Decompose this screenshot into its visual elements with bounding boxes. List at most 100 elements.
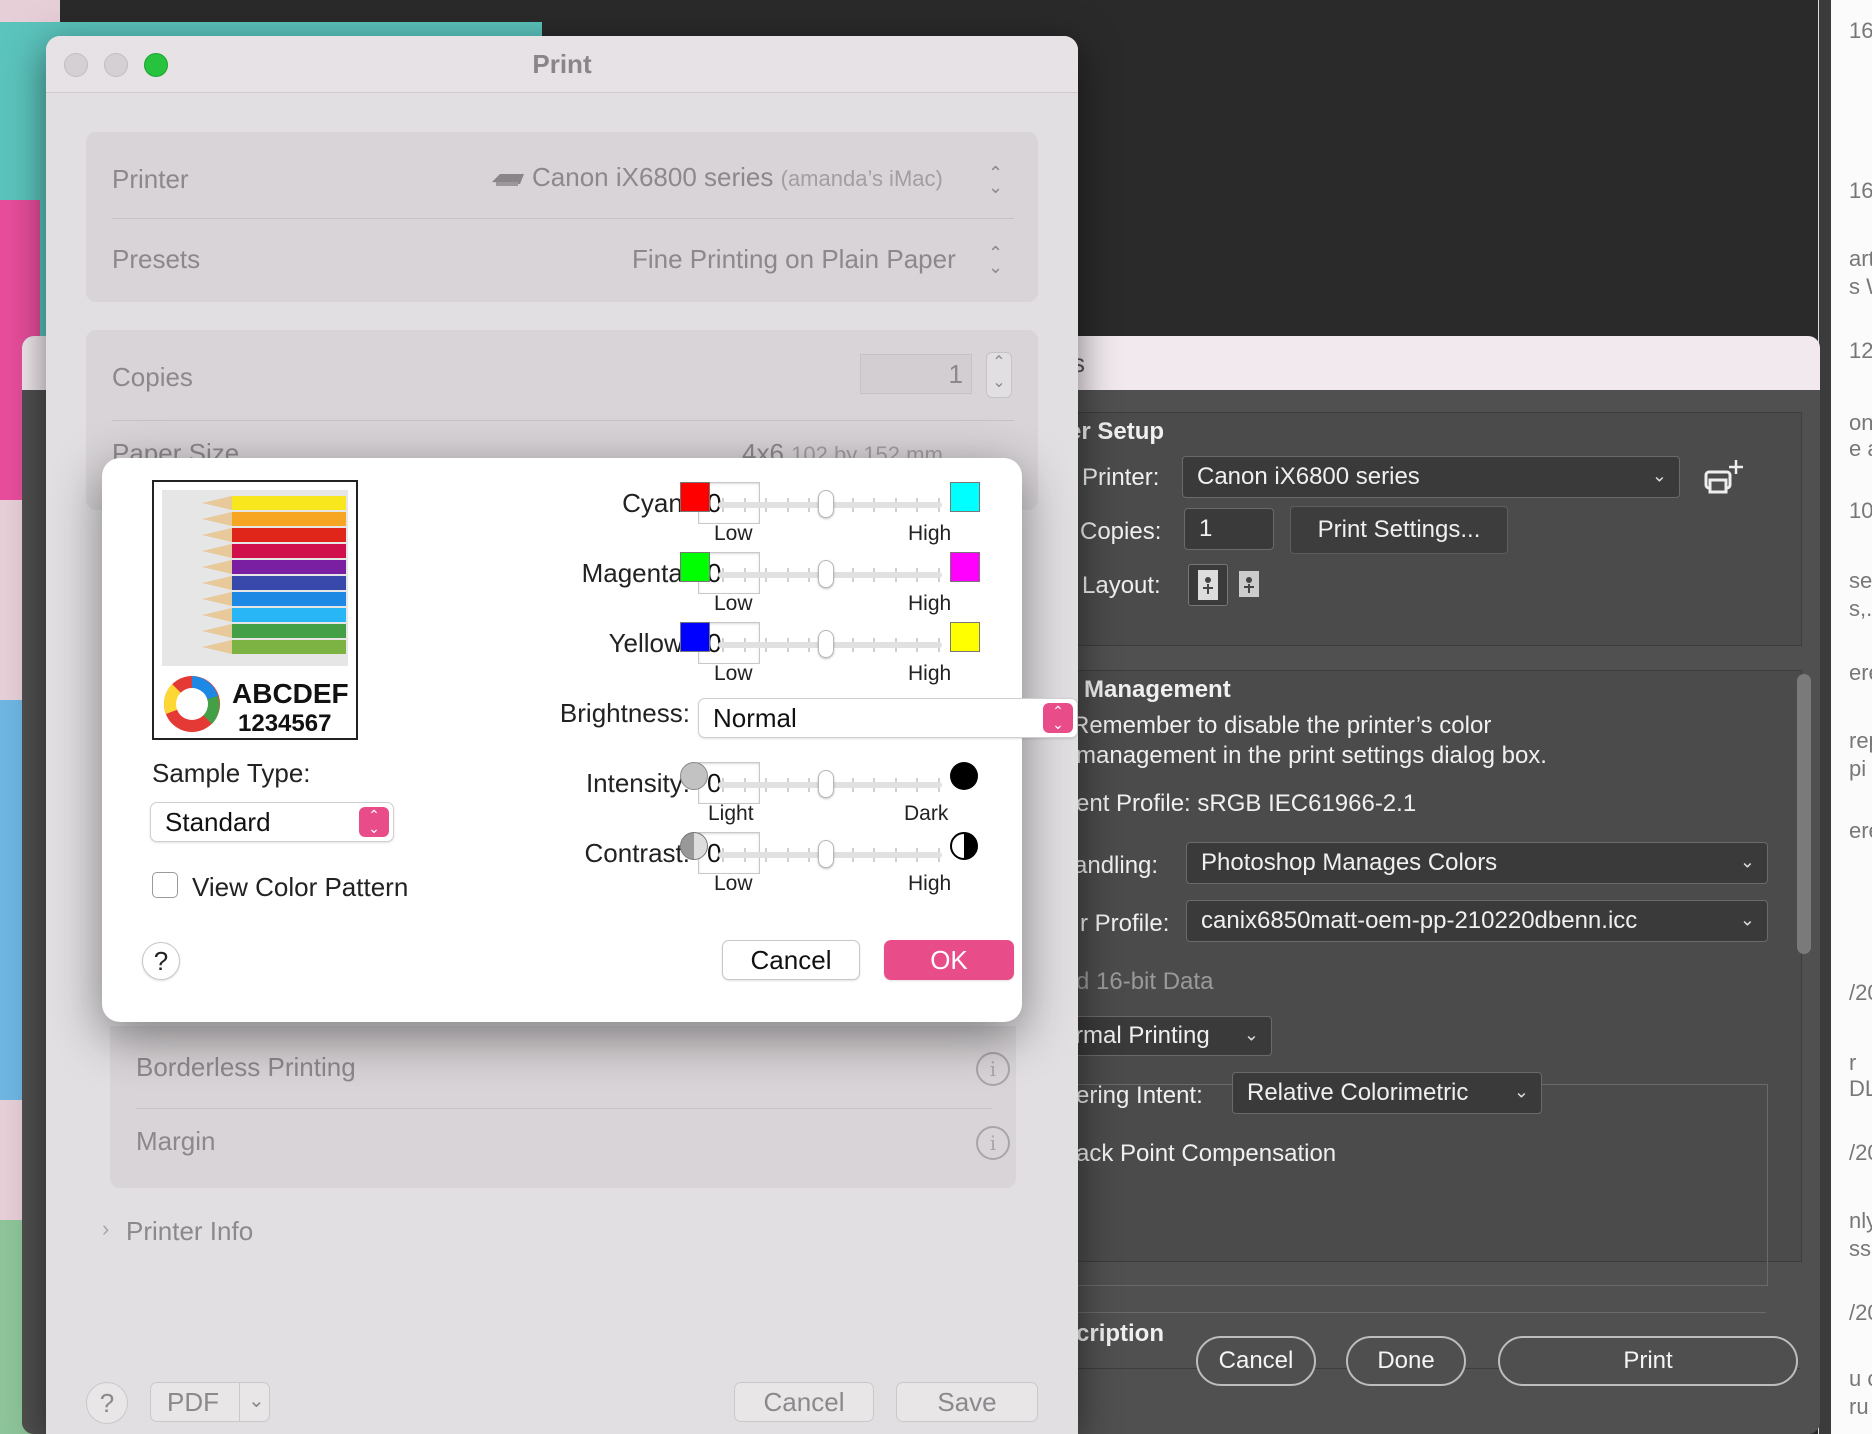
printer-add-icon[interactable] (1702, 458, 1746, 498)
chevron-down-icon: ⌄ (1513, 1081, 1529, 1102)
borderless-printing-label: Borderless Printing (136, 1052, 356, 1082)
sample-preview: ABCDEF 1234567 (152, 480, 358, 740)
intensity-light-label: Light (708, 802, 754, 825)
reminder-text-1: Remember to disable the printer’s color (1072, 712, 1492, 739)
magenta-high-swatch (950, 552, 980, 582)
black-point-compensation-label[interactable]: ack Point Compensation (1076, 1140, 1336, 1168)
cyan-label: Cyan: (622, 488, 690, 518)
print-settings-button[interactable]: Print Settings... (1290, 506, 1508, 554)
layout-landscape-icon[interactable] (1232, 566, 1266, 602)
yellow-low-swatch (680, 622, 710, 652)
reminder-text-2: management in the print settings dialog … (1076, 742, 1547, 769)
view-color-pattern-label: View Color Pattern (192, 872, 409, 902)
copies-label: Copies (112, 362, 193, 392)
help-button[interactable]: ? (142, 942, 180, 980)
ps-copies-label: Copies: (1080, 518, 1162, 545)
intensity-dark-label: Dark (904, 802, 949, 825)
chevron-down-icon: ⌄ (1739, 909, 1755, 930)
mac-cancel-button[interactable]: Cancel (734, 1382, 874, 1422)
ps-layout-label: Layout: (1082, 572, 1161, 599)
color-handling-select[interactable]: Photoshop Manages Colors ⌄ (1186, 842, 1768, 884)
presets-label: Presets (112, 244, 201, 274)
borderless-panel (110, 1026, 1016, 1188)
ps-copies-input[interactable]: 1 (1184, 508, 1274, 550)
pdf-menu-button[interactable]: PDF ⌄ (150, 1382, 270, 1422)
chevron-down-icon: ⌄ (239, 1383, 265, 1421)
yellow-high-swatch (950, 622, 980, 652)
contrast-slider-knob[interactable] (818, 840, 834, 868)
background-document-strip: 16 16 art s W 12 on e a 10 se s,. ere re… (1818, 0, 1872, 1434)
copies-stepper[interactable]: ⌃ ⌄ (986, 352, 1012, 398)
ok-button[interactable]: OK (884, 940, 1014, 980)
view-color-pattern-checkbox[interactable] (152, 872, 178, 898)
copies-input[interactable]: 1 (860, 354, 972, 394)
disclosure-chevron-icon[interactable]: › (102, 1216, 109, 1242)
magenta-high-label: High (908, 592, 952, 615)
info-icon[interactable]: i (976, 1126, 1010, 1160)
help-button[interactable]: ? (86, 1382, 128, 1424)
ps-printer-label: Printer: (1082, 464, 1160, 491)
sample-text-letters: ABCDEF (232, 678, 349, 709)
send-16bit-label: d 16-bit Data (1076, 968, 1214, 995)
cyan-high-swatch (950, 482, 980, 512)
yellow-label: Yellow: (608, 628, 690, 658)
contrast-low-icon (680, 832, 708, 860)
cyan-low-label: Low (714, 522, 753, 545)
divider (112, 218, 1014, 219)
yellow-low-label: Low (714, 662, 753, 685)
colored-pencils-image (162, 490, 348, 666)
window-titlebar: Print (46, 36, 1078, 93)
ps-done-button[interactable]: Done (1346, 1336, 1466, 1386)
cyan-high-label: High (908, 522, 952, 545)
magenta-slider-knob[interactable] (818, 560, 834, 588)
printer-icon (490, 168, 526, 190)
popup-arrows-icon: ⌃ ⌄ (359, 807, 389, 837)
brightness-select[interactable]: Normal ⌃ ⌄ (698, 698, 1078, 738)
brightness-label: Brightness: (559, 698, 690, 728)
intensity-label: Intensity: (585, 768, 690, 798)
divider (136, 1108, 992, 1109)
intensity-slider-knob[interactable] (818, 770, 834, 798)
presets-select[interactable]: Fine Printing on Plain Paper (632, 244, 956, 275)
info-icon[interactable]: i (976, 1052, 1010, 1086)
layout-portrait-icon[interactable] (1188, 564, 1228, 606)
cyan-slider-knob[interactable] (818, 490, 834, 518)
printer-profile-select[interactable]: canix6850matt-oem-pp-210220dbenn.icc ⌄ (1186, 900, 1768, 942)
yellow-slider-knob[interactable] (818, 630, 834, 658)
printer-profile-label: r Profile: (1080, 910, 1170, 937)
scrollbar[interactable] (1797, 674, 1811, 954)
divider (112, 420, 1014, 421)
rendering-intent-label: ering Intent: (1076, 1082, 1203, 1109)
color-wheel-icon (162, 674, 222, 734)
cyan-low-swatch (680, 482, 710, 512)
ps-printer-select[interactable]: Canon iX6800 series ⌄ (1182, 456, 1680, 498)
ps-print-button[interactable]: Print (1498, 1336, 1798, 1386)
chevron-down-icon: ⌄ (1739, 851, 1755, 872)
magenta-label: Magenta: (581, 558, 690, 588)
rendering-intent-select[interactable]: Relative Colorimetric ⌄ (1232, 1072, 1542, 1114)
sample-type-select[interactable]: Standard ⌃ ⌄ (150, 802, 394, 842)
magenta-low-swatch (680, 552, 710, 582)
normal-printing-select[interactable]: rmal Printing ⌄ (1074, 1016, 1272, 1056)
printer-popup-arrows[interactable]: ⌃ ⌄ (988, 164, 1003, 196)
printer-info-disclosure[interactable]: Printer Info (126, 1216, 253, 1247)
sample-type-label: Sample Type: (152, 758, 311, 788)
document-profile-text: ent Profile: sRGB IEC61966-2.1 (1076, 790, 1417, 817)
rendering-group-box (1074, 1084, 1768, 1286)
light-circle-icon (680, 762, 708, 790)
contrast-high-icon (950, 832, 978, 860)
popup-arrows-icon: ⌃ ⌄ (1043, 703, 1073, 733)
contrast-high-label: High (908, 872, 952, 895)
color-adjustment-dialog: ABCDEF 1234567 Sample Type: Standard ⌃ ⌄ … (102, 458, 1078, 1022)
contrast-label: Contrast: (584, 838, 691, 868)
presets-popup-arrows[interactable]: ⌃ ⌄ (988, 244, 1003, 276)
cancel-button[interactable]: Cancel (722, 940, 860, 980)
dark-circle-icon (950, 762, 978, 790)
chevron-down-icon: ⌄ (1651, 465, 1667, 486)
mac-save-button[interactable]: Save (896, 1382, 1038, 1422)
color-handling-label: andling: (1074, 852, 1159, 879)
chevron-down-icon: ⌄ (1243, 1024, 1259, 1045)
printer-select[interactable]: Canon iX6800 series (amanda’s iMac) (532, 162, 943, 193)
ps-cancel-button[interactable]: Cancel (1196, 1336, 1316, 1386)
magenta-low-label: Low (714, 592, 753, 615)
